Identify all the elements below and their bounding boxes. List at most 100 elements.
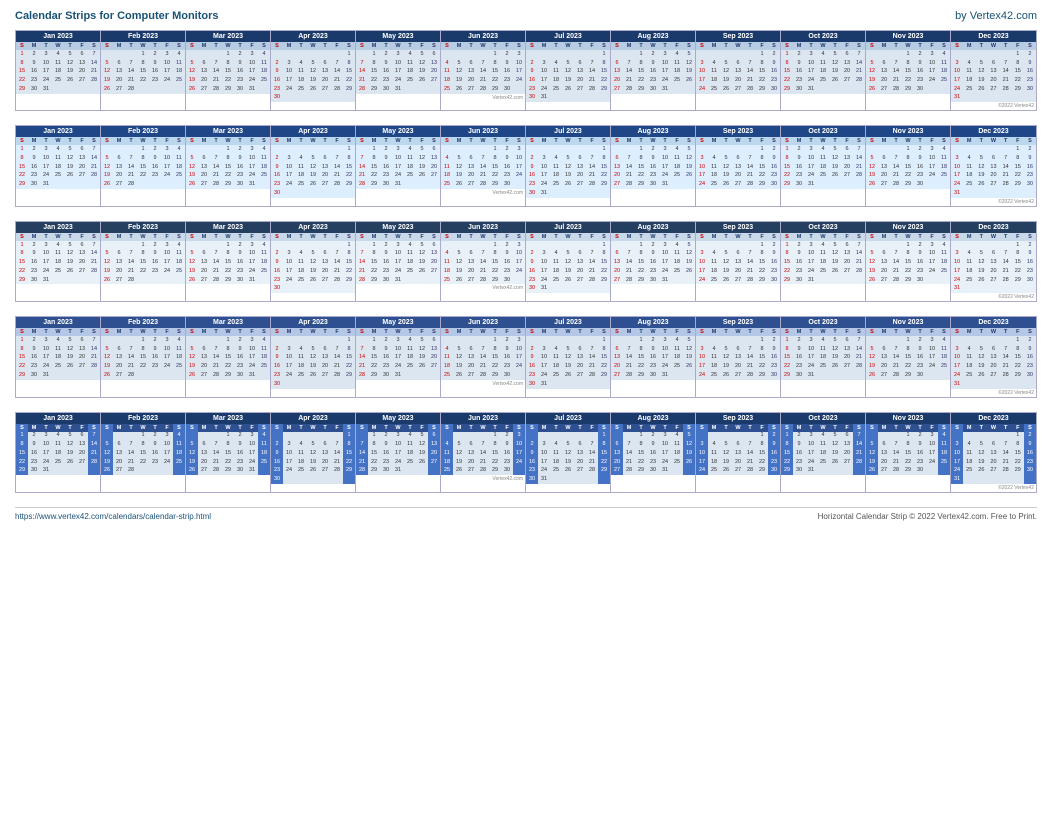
calendar-day: 17 [161, 258, 173, 267]
month-header: Dec 2023 [951, 413, 1036, 424]
calendar-day: 7 [1000, 440, 1012, 449]
day-header: W [817, 424, 829, 432]
calendar-day: 20 [841, 449, 853, 458]
calendar-day: 27 [198, 85, 210, 94]
calendar-day [817, 276, 829, 285]
calendar-day: 10 [392, 59, 404, 68]
calendar-day: 17 [392, 449, 404, 458]
calendar-day: 5 [866, 59, 878, 68]
calendar-day: 6 [319, 154, 331, 163]
calendar-day: 11 [550, 354, 562, 363]
calendar-day: 22 [16, 172, 28, 181]
day-header: T [975, 137, 987, 145]
calendar-day [331, 336, 343, 345]
calendar-day: 11 [671, 59, 683, 68]
calendar-day: 6 [113, 154, 125, 163]
calendar-day: 20 [841, 163, 853, 172]
calendar-day: 3 [926, 50, 938, 59]
calendar-day: 12 [186, 67, 198, 76]
calendar-day: 14 [586, 449, 598, 458]
calendar-day: 30 [380, 371, 392, 380]
month-header: Aug 2023 [611, 126, 695, 137]
calendar-day: 30 [28, 85, 40, 94]
calendar-day: 23 [271, 85, 283, 94]
day-header: T [659, 424, 671, 432]
calendar-day: 14 [88, 345, 100, 354]
calendar-day: 5 [562, 440, 574, 449]
calendar-day: 24 [696, 467, 708, 476]
day-header: S [101, 42, 113, 50]
calendar-day: 2 [28, 50, 40, 59]
calendar-day: 14 [623, 163, 635, 172]
calendar-day: 5 [829, 241, 841, 250]
calendar-day: 30 [380, 180, 392, 189]
calendar-day: 1 [756, 336, 768, 345]
day-header: T [295, 328, 307, 336]
calendar-day: 20 [841, 354, 853, 363]
calendar-day: 3 [926, 336, 938, 345]
calendar-day: 12 [829, 59, 841, 68]
calendar-day: 21 [1000, 76, 1012, 85]
calendar-day: 29 [489, 371, 501, 380]
calendar-day: 12 [453, 449, 465, 458]
calendar-day: 12 [829, 154, 841, 163]
calendar-day [732, 50, 744, 59]
calendar-day: 10 [951, 258, 963, 267]
calendar-day [574, 380, 586, 389]
day-header: M [538, 42, 550, 50]
month-header: Nov 2023 [866, 222, 950, 233]
calendar-day: 3 [161, 145, 173, 154]
day-header: W [477, 233, 489, 241]
calendar-day: 20 [574, 458, 586, 467]
calendar-day: 30 [1024, 85, 1036, 94]
calendar-day [416, 276, 428, 285]
calendar-day: 17 [538, 76, 550, 85]
day-header: T [890, 233, 902, 241]
day-header: S [356, 424, 368, 432]
calendar-day: 28 [356, 85, 368, 94]
calendar-day: 28 [744, 180, 756, 189]
calendar-day: 29 [902, 85, 914, 94]
calendar-day: 26 [453, 180, 465, 189]
calendar-day: 6 [878, 154, 890, 163]
calendar-day: 5 [64, 241, 76, 250]
calendar-day: 12 [416, 250, 428, 259]
day-header: S [343, 137, 355, 145]
calendar-day: 15 [343, 354, 355, 363]
calendar-day: 25 [404, 172, 416, 181]
day-header: W [222, 137, 234, 145]
calendar-day: 15 [902, 67, 914, 76]
calendar-day: 7 [477, 250, 489, 259]
month-Feb-2023: Feb 2023SMTWTFS1234567891011121314151617… [101, 413, 186, 492]
calendar-day: 22 [222, 267, 234, 276]
calendar-day: 13 [198, 354, 210, 363]
calendar-day: 17 [659, 354, 671, 363]
calendar-day [708, 241, 720, 250]
day-header: M [453, 328, 465, 336]
day-header: W [562, 137, 574, 145]
calendar-day: 22 [489, 458, 501, 467]
calendar-day: 4 [441, 250, 453, 259]
calendar-day: 29 [343, 371, 355, 380]
calendar-day: 26 [720, 371, 732, 380]
calendar-day: 29 [756, 371, 768, 380]
calendar-day: 15 [635, 67, 647, 76]
calendar-day: 15 [137, 449, 149, 458]
calendar-day [720, 50, 732, 59]
day-header: S [951, 42, 963, 50]
day-header: T [574, 42, 586, 50]
day-header: F [501, 137, 513, 145]
calendar-day: 18 [550, 267, 562, 276]
calendar-day: 15 [222, 163, 234, 172]
calendar-day: 18 [817, 354, 829, 363]
calendar-day: 22 [16, 267, 28, 276]
calendar-day: 28 [586, 180, 598, 189]
calendar-day: 6 [732, 345, 744, 354]
calendar-day [295, 475, 307, 484]
calendar-day: 9 [501, 59, 513, 68]
calendar-day: 19 [416, 258, 428, 267]
calendar-day: 10 [246, 440, 258, 449]
calendar-day: 7 [586, 59, 598, 68]
calendar-day [64, 180, 76, 189]
calendar-day: 18 [963, 76, 975, 85]
